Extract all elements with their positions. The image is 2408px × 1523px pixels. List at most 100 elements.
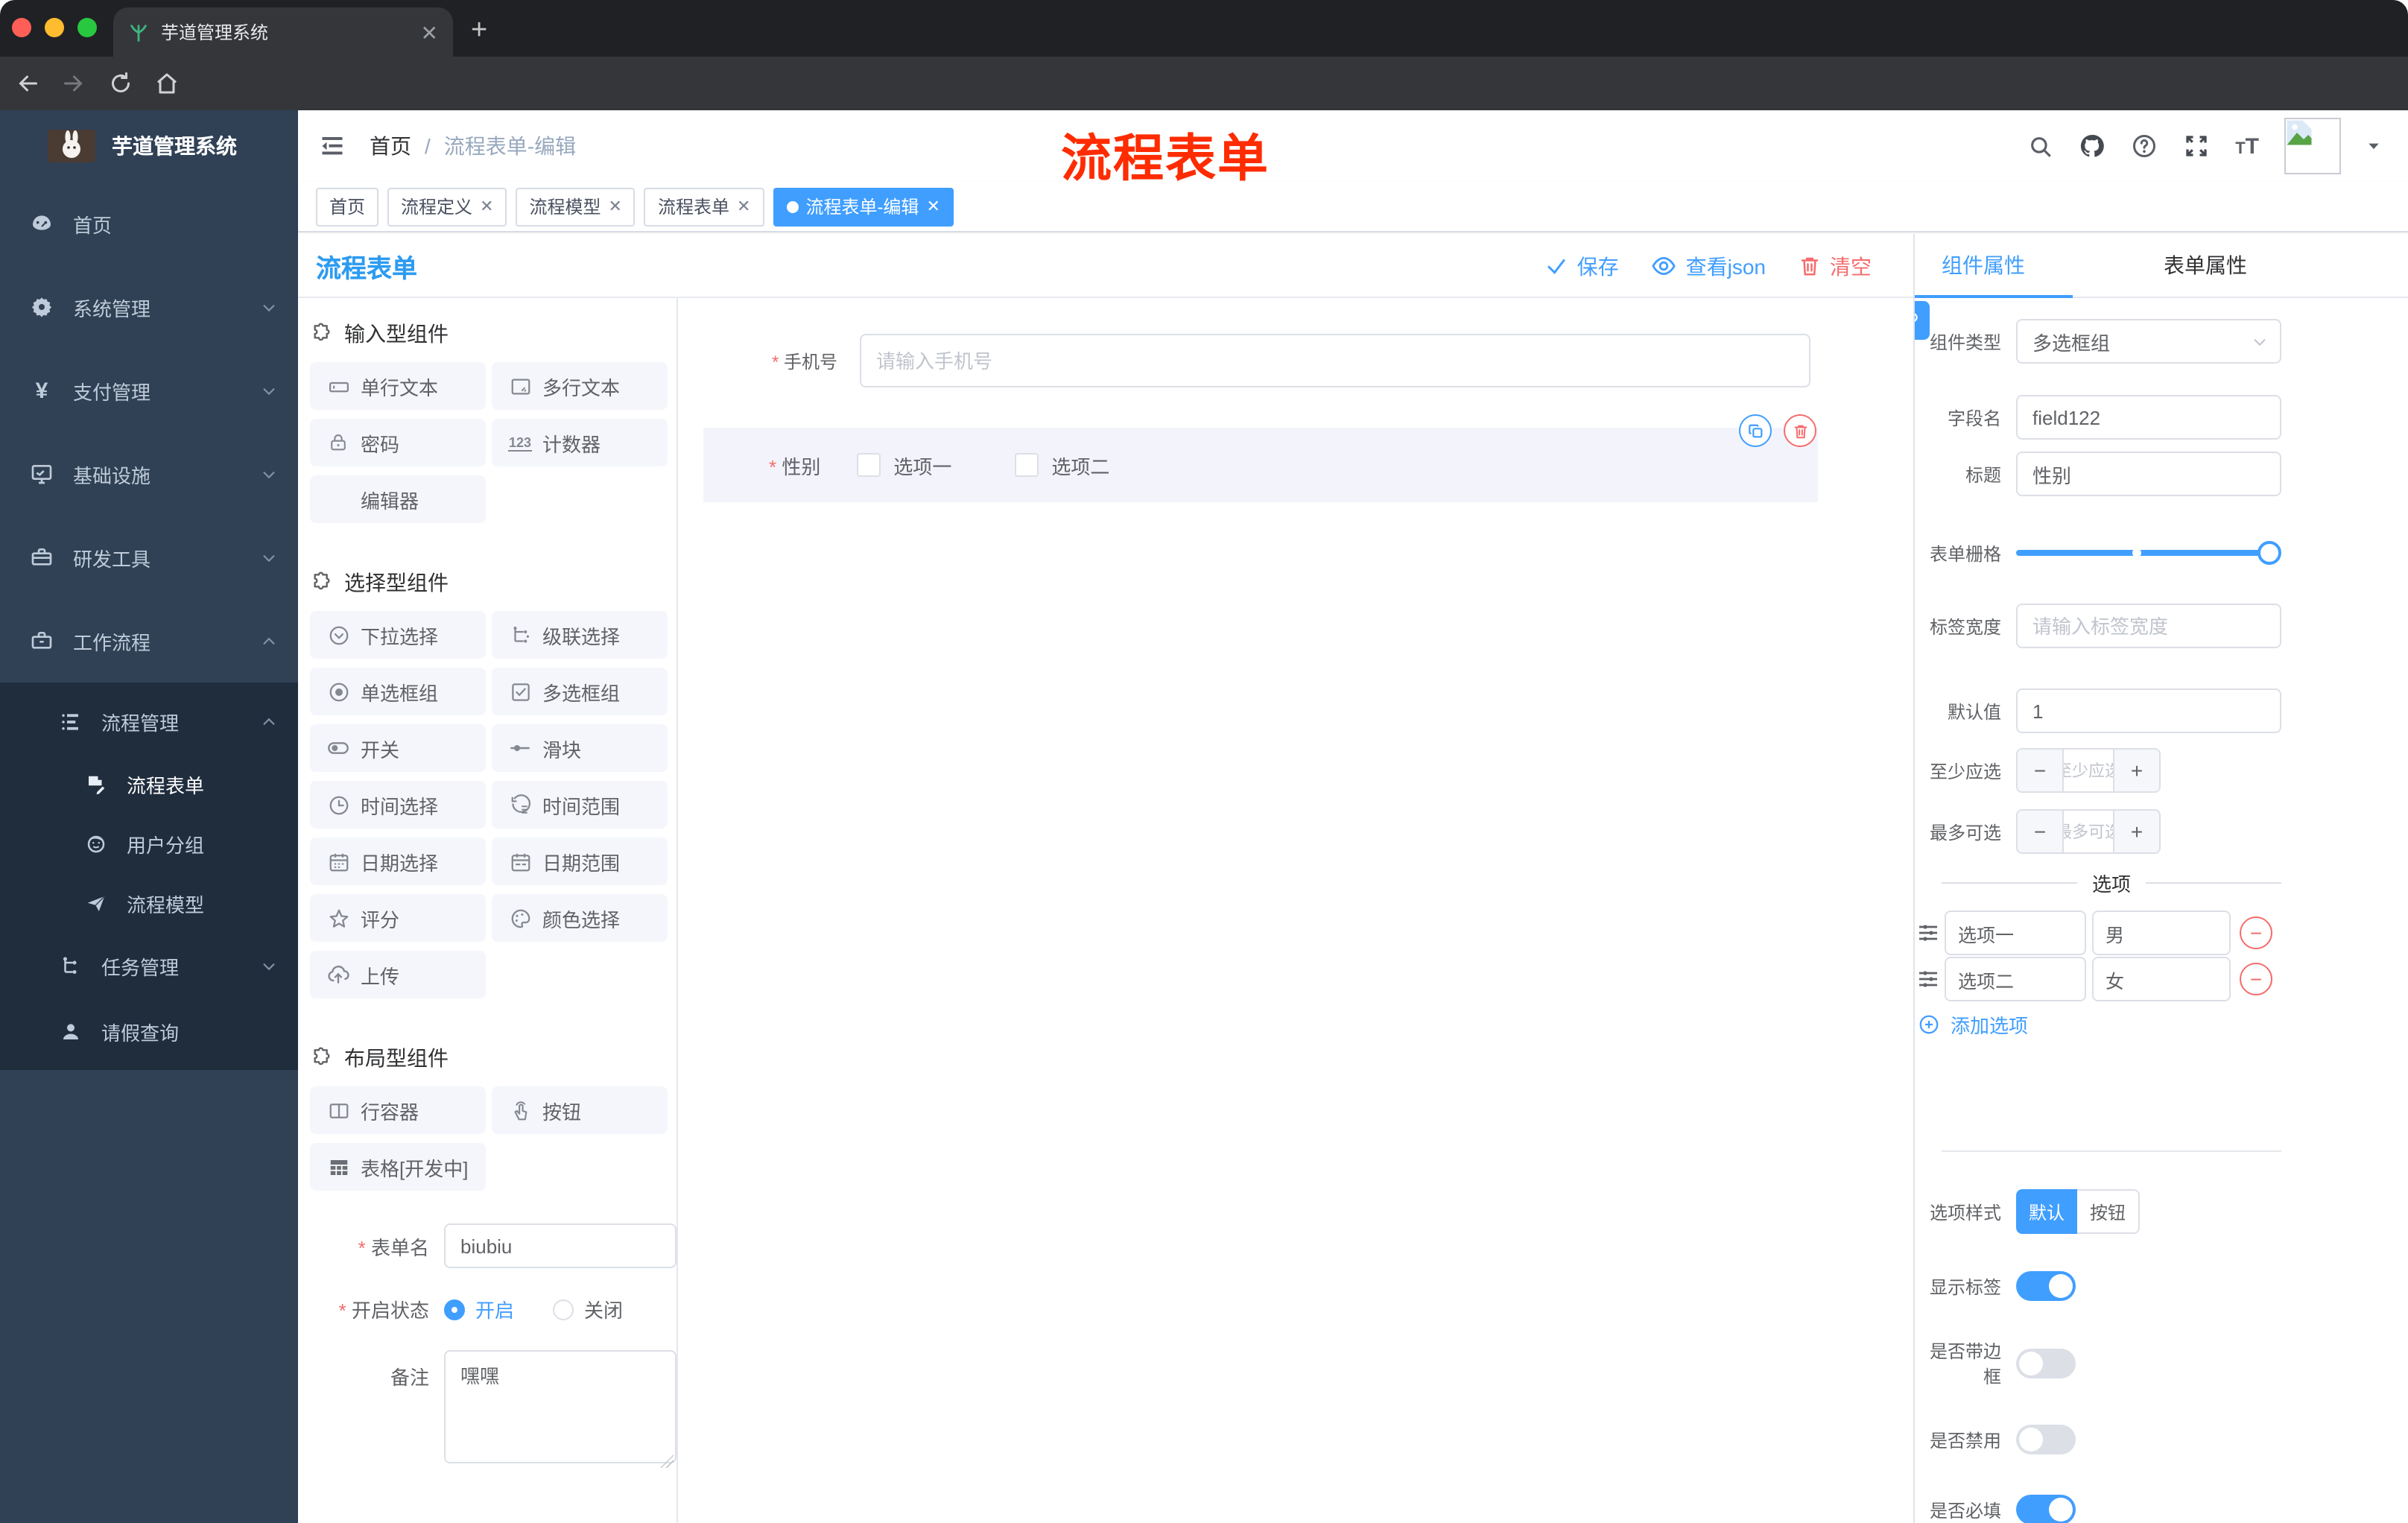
sidebar-logo[interactable]: 芋道管理系统 [0,110,298,182]
github-icon[interactable] [2079,133,2106,159]
sidebar-item-process-form[interactable]: 流程表单 [0,754,298,814]
sidebar-item-process-model[interactable]: 流程模型 [0,873,298,933]
search-icon[interactable] [2028,133,2053,159]
tag-process-form-edit[interactable]: 流程表单-编辑 ✕ [773,187,954,226]
remove-option-button[interactable]: − [2240,916,2272,949]
sidebar-item-payment[interactable]: ¥ 支付管理 [0,349,298,432]
breadcrumb-home[interactable]: 首页 [370,131,411,161]
component-type-select[interactable]: 多选框组 [2016,319,2281,364]
gender-option1-label[interactable]: 选项一 [893,451,951,479]
palette-item-select[interactable]: 下拉选择 [310,611,486,659]
forward-icon[interactable] [60,70,86,97]
browser-tab[interactable]: 芋道管理系统 ✕ [113,7,453,57]
external-link-tag[interactable] [1915,301,1930,340]
fullscreen-icon[interactable] [2183,133,2210,159]
new-tab-button[interactable]: + [471,16,487,46]
palette-item-multi-text[interactable]: 多行文本 [492,362,668,410]
sidebar-collapse-icon[interactable] [319,133,346,159]
style-default-button[interactable]: 默认 [2016,1189,2077,1234]
disabled-toggle[interactable] [2016,1425,2076,1454]
delete-component-button[interactable] [1784,414,1816,447]
palette-item-counter[interactable]: 123 计数器 [492,419,668,466]
tag-close-icon[interactable]: ✕ [737,197,750,216]
sidebar-item-system[interactable]: 系统管理 [0,265,298,349]
tag-home[interactable]: 首页 [316,187,379,226]
palette-item-date-picker[interactable]: 日期选择 [310,838,486,885]
add-option-link[interactable]: 添加选项 [1918,1009,2028,1039]
status-on-radio[interactable] [444,1299,465,1320]
palette-item-date-range[interactable]: 日期范围 [492,838,668,885]
slider-handle[interactable] [2258,541,2281,565]
option1-label-input[interactable] [1945,911,2086,955]
sidebar-item-devtools[interactable]: 研发工具 [0,516,298,599]
show-label-toggle[interactable] [2016,1271,2076,1301]
palette-item-password[interactable]: 密码 [310,419,486,466]
grid-slider[interactable] [2016,541,2281,565]
tag-process-form[interactable]: 流程表单 ✕ [644,187,764,226]
help-icon[interactable] [2131,133,2158,159]
palette-item-cascader[interactable]: 级联选择 [492,611,668,659]
sidebar-item-user-group[interactable]: 用户分组 [0,814,298,873]
canvas-field-gender-selected[interactable]: 性别 选项一 选项二 [703,428,1818,502]
clear-button[interactable]: 清空 [1799,251,1872,281]
max-select-input[interactable]: 最多可选 [2062,811,2114,852]
sidebar-item-workflow[interactable]: 工作流程 [0,599,298,683]
style-button-button[interactable]: 按钮 [2077,1189,2140,1234]
sidebar-item-leave-query[interactable]: 请假查询 [0,998,298,1064]
border-toggle[interactable] [2016,1349,2076,1378]
save-button[interactable]: 保存 [1546,251,1619,281]
avatar[interactable] [2284,118,2341,174]
gender-option2-label[interactable]: 选项二 [1051,451,1109,479]
palette-item-rate[interactable]: 评分 [310,894,486,942]
palette-item-checkbox-group[interactable]: 多选框组 [492,668,668,715]
label-width-input[interactable] [2016,604,2281,648]
status-off-radio[interactable] [553,1299,574,1320]
phone-input[interactable] [860,334,1810,387]
palette-item-button[interactable]: 按钮 [492,1086,668,1134]
palette-item-time-range[interactable]: 时间范围 [492,781,668,829]
increase-button[interactable]: + [2114,750,2159,791]
home-icon[interactable] [153,70,180,97]
tab-close-icon[interactable]: ✕ [421,22,438,42]
sidebar-item-process-mgmt[interactable]: 流程管理 [0,688,298,754]
remove-option-button[interactable]: − [2240,963,2272,995]
sidebar-item-home[interactable]: 首页 [0,182,298,265]
form-remark-textarea[interactable]: 嘿嘿 [444,1350,677,1463]
sidebar-item-infra[interactable]: 基础设施 [0,432,298,516]
tag-process-model[interactable]: 流程模型 ✕ [516,187,636,226]
gender-option2-checkbox[interactable] [1014,453,1039,477]
option2-label-input[interactable] [1945,957,2086,1001]
form-canvas[interactable]: 手机号 性别 选项一 选项二 [679,298,1913,1523]
font-size-icon[interactable]: TT [2235,133,2259,159]
copy-component-button[interactable] [1739,414,1772,447]
drag-handle-icon[interactable] [1916,921,1940,945]
gender-option1-checkbox[interactable] [856,453,881,477]
view-json-button[interactable]: 查看json [1652,251,1766,281]
decrease-button[interactable]: − [2018,750,2062,791]
required-toggle[interactable] [2016,1495,2076,1523]
drag-handle-icon[interactable] [1916,967,1940,991]
decrease-button[interactable]: − [2018,811,2062,852]
traffic-minimize-button[interactable] [45,18,64,37]
palette-item-upload[interactable]: 上传 [310,951,486,998]
palette-item-radio-group[interactable]: 单选框组 [310,668,486,715]
palette-item-slider[interactable]: 滑块 [492,724,668,772]
palette-item-editor[interactable]: 编辑器 [310,475,486,523]
canvas-field-phone[interactable]: 手机号 [679,334,1913,387]
traffic-close-button[interactable] [12,18,31,37]
palette-item-table[interactable]: 表格[开发中] [310,1143,486,1191]
default-value-input[interactable] [2016,688,2281,733]
back-icon[interactable] [15,70,42,97]
tag-close-icon[interactable]: ✕ [480,197,493,216]
palette-item-switch[interactable]: 开关 [310,724,486,772]
traffic-zoom-button[interactable] [77,18,97,37]
field-name-input[interactable] [2016,395,2281,440]
palette-item-color-picker[interactable]: 颜色选择 [492,894,668,942]
tab-form-props[interactable]: 表单属性 [2164,234,2247,297]
tag-close-icon[interactable]: ✕ [926,197,940,216]
status-on-label[interactable]: 开启 [475,1295,514,1323]
sidebar-item-task-mgmt[interactable]: 任务管理 [0,933,298,998]
title-input[interactable] [2016,452,2281,496]
palette-item-single-text[interactable]: 单行文本 [310,362,486,410]
status-off-label[interactable]: 关闭 [584,1295,623,1323]
